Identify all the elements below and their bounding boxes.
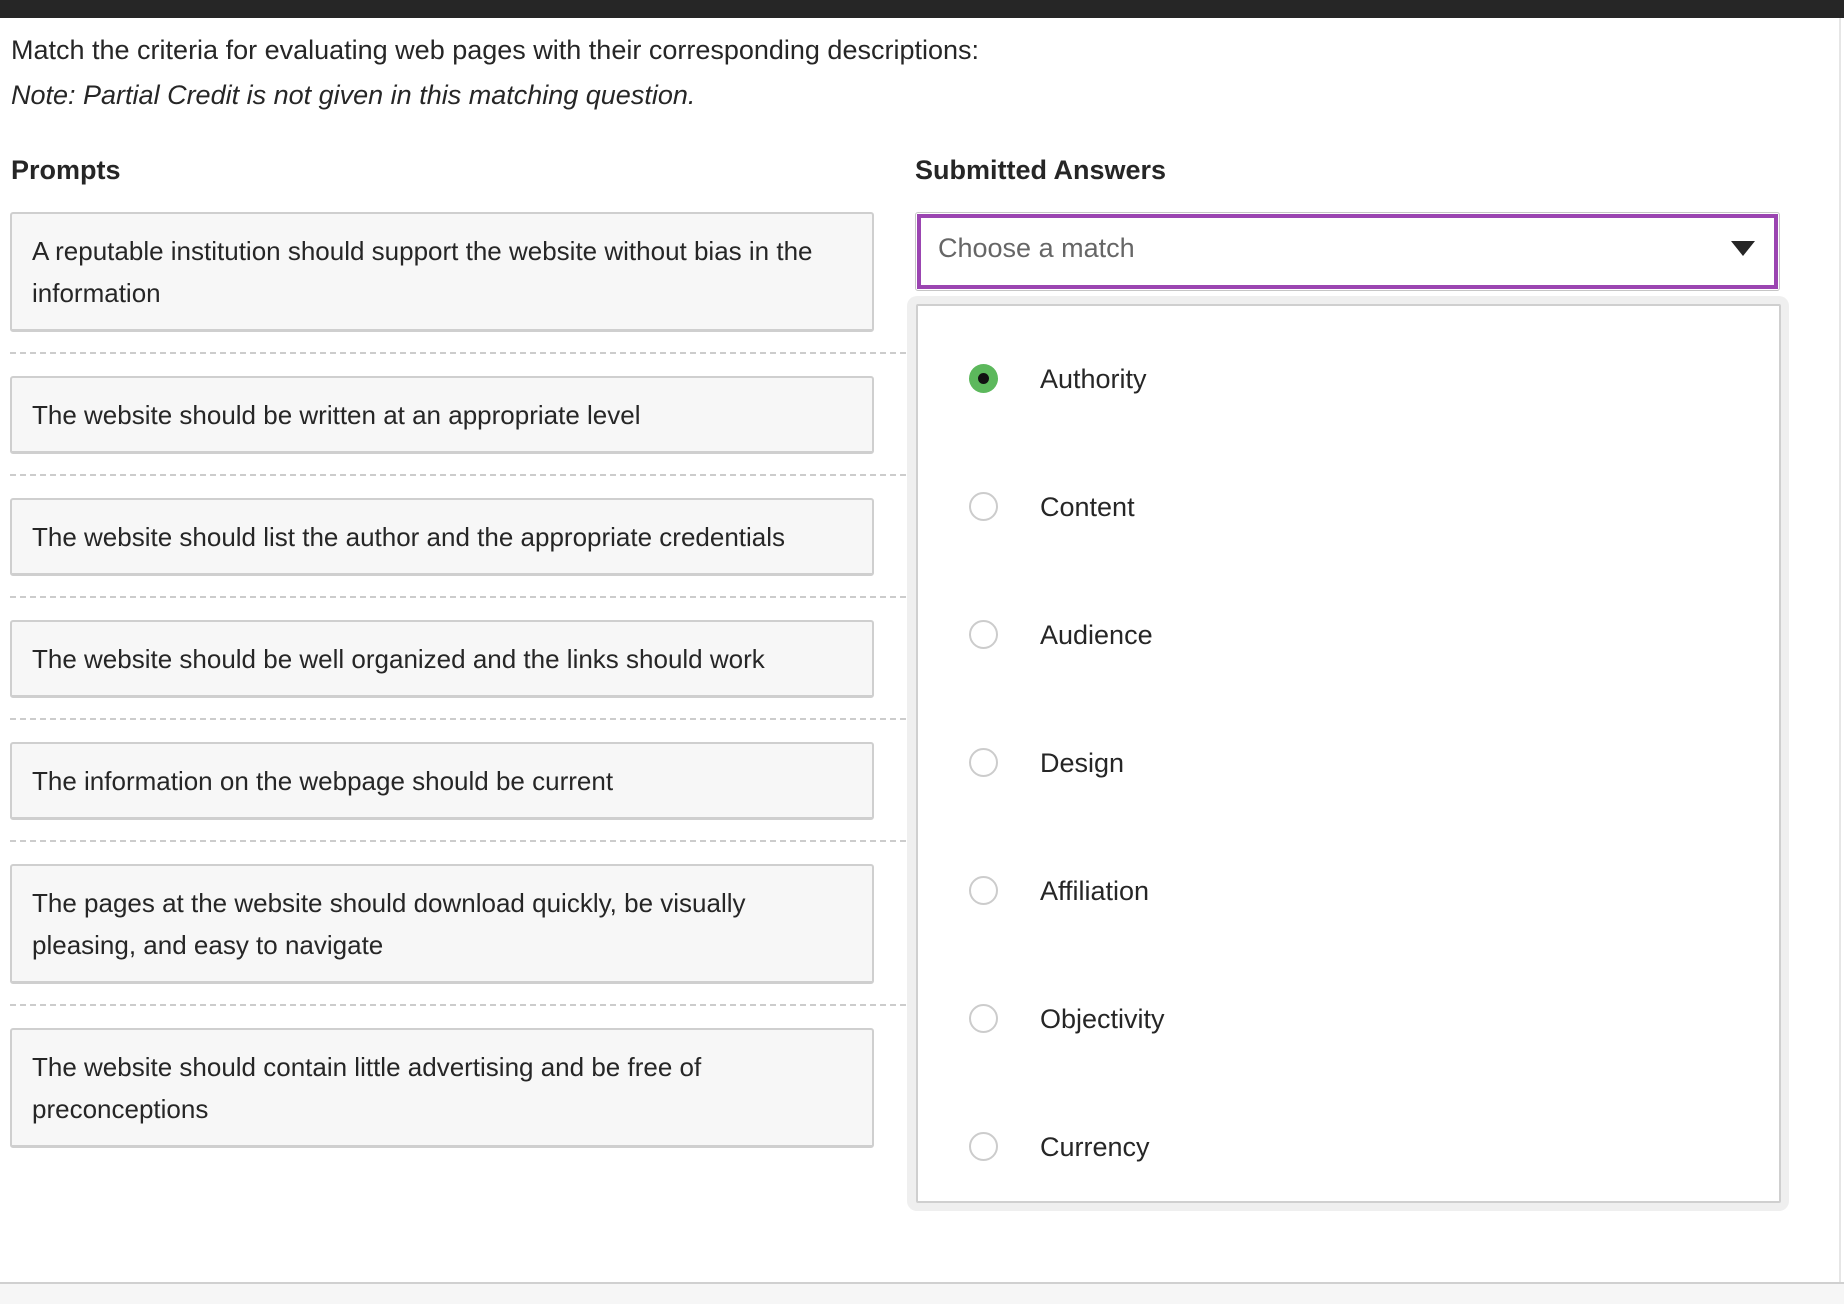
row-divider xyxy=(10,352,916,354)
option-affiliation[interactable]: Affiliation xyxy=(918,861,1779,921)
option-label: Currency xyxy=(1040,1132,1150,1162)
prompt-row: The website should list the author and t… xyxy=(0,498,916,598)
row-divider xyxy=(10,596,916,598)
row-divider xyxy=(10,840,916,842)
question-note: Note: Partial Credit is not given in thi… xyxy=(11,80,696,110)
prompt-box: The information on the webpage should be… xyxy=(10,742,874,820)
prompt-row: The website should be well organized and… xyxy=(0,620,916,720)
prompt-text: The pages at the website should download… xyxy=(32,888,746,960)
radio-icon[interactable] xyxy=(969,492,998,521)
option-content[interactable]: Content xyxy=(918,477,1779,537)
question-text: Match the criteria for evaluating web pa… xyxy=(11,35,980,65)
radio-icon[interactable] xyxy=(969,876,998,905)
radio-icon[interactable] xyxy=(969,620,998,649)
option-label: Objectivity xyxy=(1040,1004,1165,1034)
radio-checked-icon[interactable] xyxy=(969,364,998,393)
radio-icon[interactable] xyxy=(969,748,998,777)
prompt-row: The information on the webpage should be… xyxy=(0,742,916,842)
match-options-listbox: Authority Content Audience Design Affili… xyxy=(916,304,1781,1203)
match-select[interactable]: Choose a match xyxy=(915,212,1780,291)
prompt-row: The website should be written at an appr… xyxy=(0,376,916,476)
prompt-text: A reputable institution should support t… xyxy=(32,236,813,308)
prompt-box: The website should be well organized and… xyxy=(10,620,874,698)
submitted-answers-heading: Submitted Answers xyxy=(915,155,1167,185)
page-footer-area xyxy=(0,1282,1844,1304)
radio-icon[interactable] xyxy=(969,1004,998,1033)
option-label: Content xyxy=(1040,492,1135,522)
prompt-box: A reputable institution should support t… xyxy=(10,212,874,332)
prompt-list: A reputable institution should support t… xyxy=(0,212,916,1148)
prompt-row: The website should contain little advert… xyxy=(0,1028,916,1148)
option-audience[interactable]: Audience xyxy=(918,605,1779,665)
prompt-text: The website should be written at an appr… xyxy=(32,400,641,430)
prompt-row: The pages at the website should download… xyxy=(0,864,916,1006)
prompt-box: The pages at the website should download… xyxy=(10,864,874,984)
dropdown-frame: Authority Content Audience Design Affili… xyxy=(907,296,1789,1211)
prompt-text: The website should contain little advert… xyxy=(32,1052,702,1124)
row-divider xyxy=(10,718,916,720)
option-currency[interactable]: Currency xyxy=(918,1117,1779,1177)
select-placeholder: Choose a match xyxy=(938,233,1135,263)
caret-down-icon[interactable] xyxy=(1731,241,1755,256)
scroll-edge xyxy=(1839,18,1841,1283)
radio-icon[interactable] xyxy=(969,1132,998,1161)
top-bar xyxy=(0,0,1844,18)
option-label: Authority xyxy=(1040,364,1147,394)
row-divider xyxy=(10,1004,916,1006)
option-label: Audience xyxy=(1040,620,1153,650)
option-authority[interactable]: Authority xyxy=(918,349,1779,409)
prompt-text: The website should be well organized and… xyxy=(32,644,765,674)
prompt-text: The information on the webpage should be… xyxy=(32,766,614,796)
prompt-row: A reputable institution should support t… xyxy=(0,212,916,354)
option-design[interactable]: Design xyxy=(918,733,1779,793)
prompts-heading: Prompts xyxy=(11,155,121,185)
option-label: Design xyxy=(1040,748,1125,778)
prompt-box: The website should list the author and t… xyxy=(10,498,874,576)
prompt-text: The website should list the author and t… xyxy=(32,522,786,552)
prompt-box: The website should be written at an appr… xyxy=(10,376,874,454)
row-divider xyxy=(10,474,916,476)
option-label: Affiliation xyxy=(1040,876,1150,906)
prompt-box: The website should contain little advert… xyxy=(10,1028,874,1148)
option-objectivity[interactable]: Objectivity xyxy=(918,989,1779,1049)
